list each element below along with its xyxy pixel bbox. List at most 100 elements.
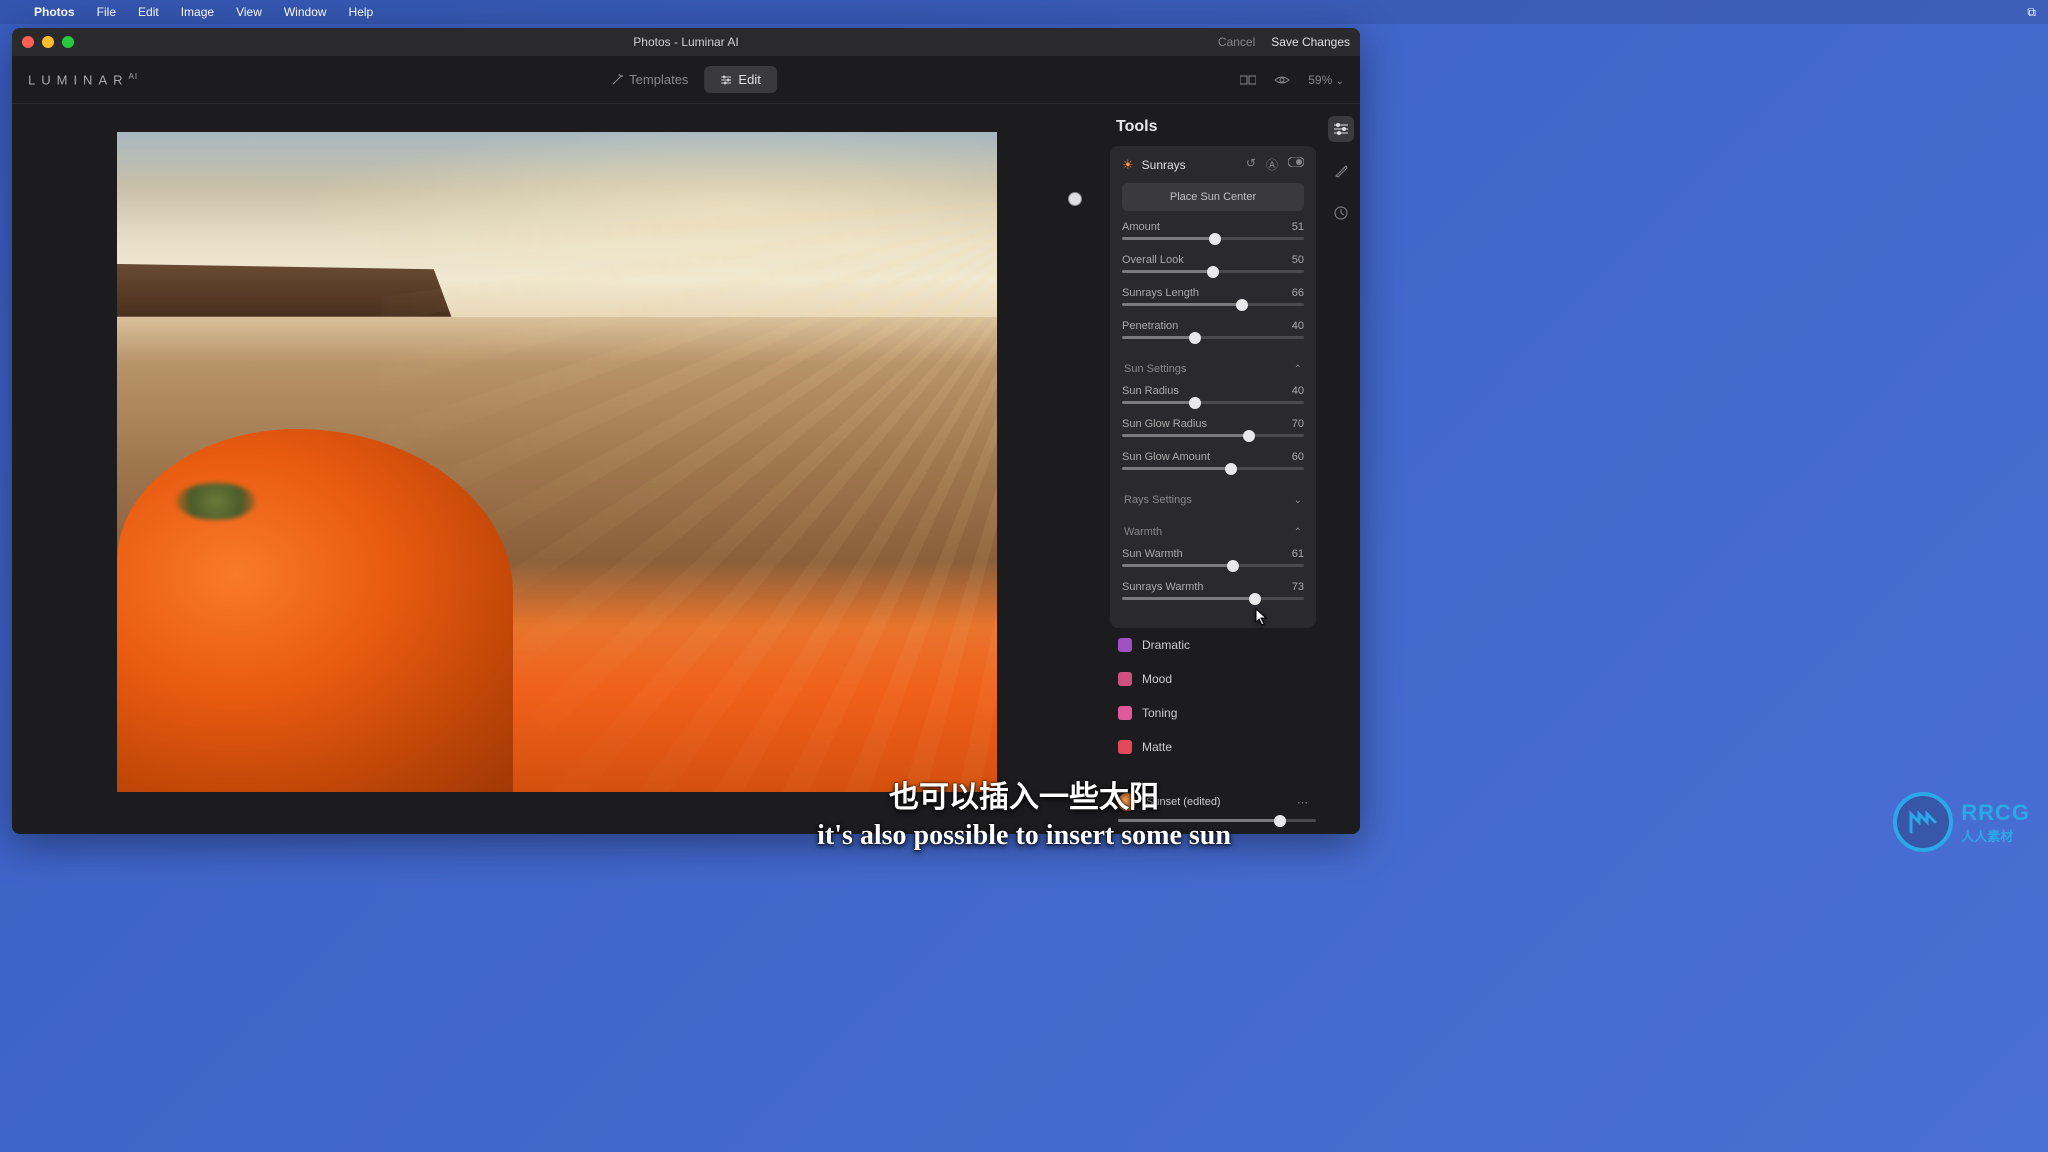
chevron-up-icon: ⌃ <box>1294 527 1302 538</box>
zoom-level[interactable]: 59% ⌄ <box>1308 73 1344 87</box>
sunrays-panel: ☀ Sunrays ↺ Ⓐ Place Sun Center Amount 51 <box>1110 146 1316 628</box>
app-toolbar: LUMINARAI Templates Edit 5 <box>12 56 1360 104</box>
chevron-up-icon: ⌃ <box>1294 364 1302 375</box>
slider-value: 51 <box>1292 221 1304 233</box>
slider-sun-glow-radius[interactable]: Sun Glow Radius 70 <box>1122 418 1304 437</box>
slider-value: 70 <box>1292 418 1304 430</box>
slider-value: 40 <box>1292 385 1304 397</box>
slider-overall-look[interactable]: Overall Look 50 <box>1122 254 1304 273</box>
slider-label: Amount <box>1122 221 1160 233</box>
menu-file[interactable]: File <box>97 5 116 19</box>
local-mask-icon[interactable] <box>1328 158 1354 184</box>
chevron-down-icon: ⌄ <box>1294 495 1302 506</box>
slider-sunrays-warmth[interactable]: Sunrays Warmth 73 <box>1122 581 1304 600</box>
tools-heading: Tools <box>1110 116 1350 146</box>
menu-edit[interactable]: Edit <box>138 5 159 19</box>
traffic-lights <box>22 36 74 48</box>
slider-value: 73 <box>1292 581 1304 593</box>
warmth-header[interactable]: Warmth ⌃ <box>1122 516 1304 548</box>
menu-help[interactable]: Help <box>349 5 374 19</box>
menu-view[interactable]: View <box>236 5 262 19</box>
tool-mood[interactable]: Mood <box>1110 662 1316 696</box>
preset-thumbnail <box>1118 793 1136 811</box>
slider-sun-glow-amount[interactable]: Sun Glow Amount 60 <box>1122 451 1304 470</box>
cancel-button[interactable]: Cancel <box>1218 35 1255 49</box>
rays-settings-header[interactable]: Rays Settings ⌄ <box>1122 484 1304 516</box>
mode-toggle: Templates Edit <box>595 66 777 93</box>
templates-tab[interactable]: Templates <box>595 66 704 93</box>
tool-label: Dramatic <box>1142 638 1190 652</box>
luminar-logo: LUMINARAI <box>28 72 138 87</box>
maximize-window-button[interactable] <box>62 36 74 48</box>
window-title: Photos - Luminar AI <box>633 35 738 49</box>
preset-bar[interactable]: Sunset (edited) ⋯ <box>1110 783 1316 811</box>
macos-menubar: Photos File Edit Image View Window Help … <box>0 0 2048 24</box>
slider-label: Sun Glow Amount <box>1122 451 1210 463</box>
preset-strength-slider[interactable] <box>1118 819 1316 822</box>
edit-category-icon[interactable] <box>1328 116 1354 142</box>
minimize-window-button[interactable] <box>42 36 54 48</box>
photo-preview <box>117 132 997 792</box>
slider-sun-radius[interactable]: Sun Radius 40 <box>1122 385 1304 404</box>
watermark: RRCG 人人素材 <box>1893 792 2030 852</box>
slider-label: Penetration <box>1122 320 1178 332</box>
place-sun-center-button[interactable]: Place Sun Center <box>1122 183 1304 211</box>
compare-icon[interactable] <box>1240 74 1256 86</box>
main-area: Tools ☀ Sunrays ↺ Ⓐ <box>12 104 1360 834</box>
tool-label: Mood <box>1142 672 1172 686</box>
preview-toggle-icon[interactable] <box>1274 74 1290 86</box>
history-icon[interactable] <box>1328 200 1354 226</box>
save-changes-button[interactable]: Save Changes <box>1271 35 1350 49</box>
tool-label: Toning <box>1142 706 1177 720</box>
slider-penetration[interactable]: Penetration 40 <box>1122 320 1304 339</box>
slider-value: 40 <box>1292 320 1304 332</box>
menu-window[interactable]: Window <box>284 5 327 19</box>
toning-icon <box>1118 706 1132 720</box>
menu-image[interactable]: Image <box>181 5 214 19</box>
visibility-toggle-icon[interactable] <box>1288 156 1304 173</box>
ai-badge-icon[interactable]: Ⓐ <box>1266 156 1278 173</box>
slider-label: Sun Glow Radius <box>1122 418 1207 430</box>
dramatic-icon <box>1118 638 1132 652</box>
close-window-button[interactable] <box>22 36 34 48</box>
slider-label: Sun Radius <box>1122 385 1179 397</box>
wand-icon <box>611 74 623 86</box>
slider-label: Overall Look <box>1122 254 1184 266</box>
dropbox-icon[interactable]: ⧉ <box>2027 5 2036 20</box>
edit-tab[interactable]: Edit <box>704 66 776 93</box>
slider-label: Sunrays Length <box>1122 287 1199 299</box>
mood-icon <box>1118 672 1132 686</box>
sun-settings-header[interactable]: Sun Settings ⌃ <box>1122 353 1304 385</box>
watermark-logo <box>1893 792 1953 852</box>
window-titlebar: Photos - Luminar AI Cancel Save Changes <box>12 28 1360 56</box>
slider-value: 50 <box>1292 254 1304 266</box>
slider-sun-warmth[interactable]: Sun Warmth 61 <box>1122 548 1304 567</box>
canvas[interactable] <box>12 104 1102 834</box>
tool-dramatic[interactable]: Dramatic <box>1110 628 1316 662</box>
tool-toning[interactable]: Toning <box>1110 696 1316 730</box>
sunrays-header[interactable]: ☀ Sunrays ↺ Ⓐ <box>1122 156 1304 183</box>
sun-center-handle[interactable] <box>1068 192 1082 206</box>
slider-label: Sunrays Warmth <box>1122 581 1204 593</box>
reset-icon[interactable]: ↺ <box>1246 156 1256 173</box>
slider-label: Sun Warmth <box>1122 548 1183 560</box>
preset-label: Sunset (edited) <box>1146 796 1221 808</box>
app-window: Photos - Luminar AI Cancel Save Changes … <box>12 28 1360 834</box>
sun-icon: ☀ <box>1122 157 1134 173</box>
watermark-text: RRCG <box>1961 800 2030 826</box>
sunrays-label: Sunrays <box>1142 158 1186 172</box>
tool-matte[interactable]: Matte <box>1110 730 1316 764</box>
slider-value: 66 <box>1292 287 1304 299</box>
tool-label: Matte <box>1142 740 1172 754</box>
preset-more-icon[interactable]: ⋯ <box>1297 796 1308 809</box>
matte-icon <box>1118 740 1132 754</box>
sliders-icon <box>720 74 732 86</box>
menubar-app-name[interactable]: Photos <box>34 5 75 19</box>
slider-value: 61 <box>1292 548 1304 560</box>
slider-sunrays-length[interactable]: Sunrays Length 66 <box>1122 287 1304 306</box>
slider-value: 60 <box>1292 451 1304 463</box>
tools-sidebar: Tools ☀ Sunrays ↺ Ⓐ <box>1102 104 1360 834</box>
sidebar-category-icons <box>1328 116 1354 226</box>
slider-amount[interactable]: Amount 51 <box>1122 221 1304 240</box>
watermark-subtext: 人人素材 <box>1961 826 2030 845</box>
